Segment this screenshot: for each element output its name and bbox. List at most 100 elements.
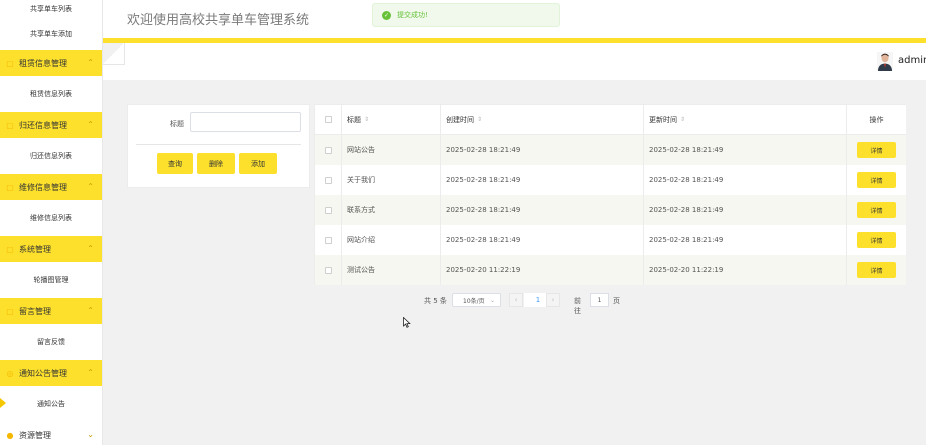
sort-icon: ⇕ <box>364 116 370 123</box>
chevron-down-icon: ⌄ <box>489 297 495 304</box>
check-circle-icon: ✓ <box>382 10 391 20</box>
sidebar-item-label: 共享单车列表 <box>30 5 72 13</box>
sidebar-group-messages[interactable]: ▢ 留言管理 ⌃ <box>0 298 102 324</box>
cell-actions: 详情 <box>847 195 906 225</box>
goto-page-input[interactable]: 1 <box>590 293 609 307</box>
sidebar-item-label: 共享单车添加 <box>30 30 72 38</box>
sidebar-group-rental[interactable]: ▢ 租赁信息管理 ⌃ <box>0 50 102 76</box>
sidebar-group-label: 维修信息管理 <box>19 182 67 192</box>
chevron-up-icon: ⌃ <box>87 182 94 191</box>
mouse-cursor-icon <box>403 317 411 328</box>
prev-page-button[interactable]: ‹ <box>509 293 523 307</box>
sidebar-item-carousel[interactable]: 轮播图管理 <box>0 262 102 298</box>
sidebar-group-label: 归还信息管理 <box>19 120 67 130</box>
panel-divider <box>136 144 301 145</box>
row-checkbox[interactable] <box>324 236 332 244</box>
chevron-up-icon: ⌃ <box>87 368 94 377</box>
sidebar-group-notices[interactable]: ◎ 通知公告管理 ⌃ <box>0 360 102 386</box>
folder-icon: ▢ <box>6 306 14 316</box>
select-all-checkbox[interactable] <box>324 116 332 123</box>
page-title: 欢迎使用高校共享单车管理系统 <box>127 13 310 28</box>
sidebar-item-bike-list[interactable]: 共享单车列表 <box>0 0 102 18</box>
cell-updated: 2025-02-28 18:21:49 <box>644 165 847 195</box>
title-search-input[interactable] <box>190 112 301 132</box>
detail-button[interactable]: 详情 <box>857 262 896 278</box>
column-header-title[interactable]: 标题 ⇕ <box>342 105 441 134</box>
cell-created: 2025-02-20 11:22:19 <box>441 255 644 285</box>
column-header-actions: 操作 <box>847 105 906 134</box>
next-page-button[interactable]: › <box>546 293 560 307</box>
sidebar-group-resources[interactable]: ● 资源管理 ⌄ <box>0 422 102 445</box>
table-row: 网站介绍 2025-02-28 18:21:49 2025-02-28 18:2… <box>315 225 906 255</box>
sort-icon: ⇕ <box>680 116 686 123</box>
sidebar-item-label: 归还信息列表 <box>30 152 72 160</box>
row-select-cell <box>315 255 342 285</box>
detail-button[interactable]: 详情 <box>857 202 896 218</box>
table-header-row: 标题 ⇕ 创建时间 ⇕ 更新时间 ⇕ 操作 <box>315 105 906 134</box>
table-row: 关于我们 2025-02-28 18:21:49 2025-02-28 18:2… <box>315 165 906 195</box>
table-row: 网站公告 2025-02-28 18:21:49 2025-02-28 18:2… <box>315 135 906 165</box>
chevron-down-icon: ⌄ <box>87 430 94 439</box>
sort-icon: ⇕ <box>477 116 483 123</box>
search-panel: 标题 查询 删除 添加 <box>127 104 310 188</box>
sidebar-item-bike-add[interactable]: 共享单车添加 <box>0 18 102 50</box>
cell-title: 联系方式 <box>342 195 441 225</box>
toast-text: 提交成功! <box>397 11 428 19</box>
pagination-total: 共 5 条 <box>424 297 447 305</box>
cell-title: 关于我们 <box>342 165 441 195</box>
sidebar-group-label: 资源管理 <box>19 430 51 440</box>
success-toast: ✓ 提交成功! <box>372 3 560 27</box>
row-checkbox[interactable] <box>324 266 332 274</box>
cell-updated: 2025-02-28 18:21:49 <box>644 195 847 225</box>
column-header-updated[interactable]: 更新时间 ⇕ <box>644 105 847 134</box>
row-select-cell <box>315 225 342 255</box>
sidebar-item-label: 维修信息列表 <box>30 214 72 222</box>
detail-button[interactable]: 详情 <box>857 172 896 188</box>
delete-button[interactable]: 删除 <box>197 153 235 174</box>
goto-page-suffix: 页 <box>613 297 620 305</box>
row-checkbox[interactable] <box>324 206 332 214</box>
page-size-value: 10条/页 <box>463 297 485 305</box>
sidebar: 共享单车列表 共享单车添加 ▢ 租赁信息管理 ⌃ 租赁信息列表 ▢ 归还信息管理… <box>0 0 103 445</box>
sidebar-item-label: 轮播图管理 <box>33 276 69 284</box>
app-root: 共享单车列表 共享单车添加 ▢ 租赁信息管理 ⌃ 租赁信息列表 ▢ 归还信息管理… <box>0 0 926 445</box>
sidebar-group-repair[interactable]: ▢ 维修信息管理 ⌃ <box>0 174 102 200</box>
sidebar-group-label: 租赁信息管理 <box>19 58 67 68</box>
header-label: 更新时间 <box>649 115 677 124</box>
row-checkbox[interactable] <box>324 146 332 154</box>
cell-title: 网站公告 <box>342 135 441 165</box>
collapse-toggle[interactable] <box>103 43 125 65</box>
avatar[interactable] <box>877 52 893 71</box>
add-button[interactable]: 添加 <box>239 153 277 174</box>
sidebar-item-return-list[interactable]: 归还信息列表 <box>0 138 102 174</box>
sidebar-item-notices[interactable]: 通知公告 <box>0 386 102 422</box>
table-row: 联系方式 2025-02-28 18:21:49 2025-02-28 18:2… <box>315 195 906 225</box>
username[interactable]: admin <box>898 55 926 66</box>
column-header-created[interactable]: 创建时间 ⇕ <box>441 105 644 134</box>
notice-table: 标题 ⇕ 创建时间 ⇕ 更新时间 ⇕ 操作 网站公告 2025-02-28 18:21… <box>314 104 906 285</box>
cell-actions: 详情 <box>847 225 906 255</box>
top-toolbar: admin <box>103 43 926 80</box>
query-button[interactable]: 查询 <box>157 153 193 174</box>
row-select-cell <box>315 165 342 195</box>
sidebar-group-return[interactable]: ▢ 归还信息管理 ⌃ <box>0 112 102 138</box>
folder-icon: ▢ <box>6 58 14 68</box>
row-select-cell <box>315 195 342 225</box>
sidebar-group-system[interactable]: ▢ 系统管理 ⌃ <box>0 236 102 262</box>
folder-icon: ▢ <box>6 244 14 254</box>
sidebar-item-feedback[interactable]: 留言反馈 <box>0 324 102 360</box>
detail-button[interactable]: 详情 <box>857 142 896 158</box>
sidebar-group-label: 通知公告管理 <box>19 368 67 378</box>
detail-button[interactable]: 详情 <box>857 232 896 248</box>
row-checkbox[interactable] <box>324 176 332 184</box>
bell-icon: ◎ <box>6 368 14 378</box>
sidebar-item-rental-list[interactable]: 租赁信息列表 <box>0 76 102 112</box>
page-size-select[interactable]: 10条/页 ⌄ <box>452 293 501 307</box>
sidebar-item-label: 租赁信息列表 <box>30 90 72 98</box>
cell-actions: 详情 <box>847 255 906 285</box>
cell-updated: 2025-02-28 18:21:49 <box>644 225 847 255</box>
header-label: 标题 <box>347 115 361 124</box>
header-label: 创建时间 <box>446 115 474 124</box>
cell-created: 2025-02-28 18:21:49 <box>441 135 644 165</box>
sidebar-item-repair-list[interactable]: 维修信息列表 <box>0 200 102 236</box>
